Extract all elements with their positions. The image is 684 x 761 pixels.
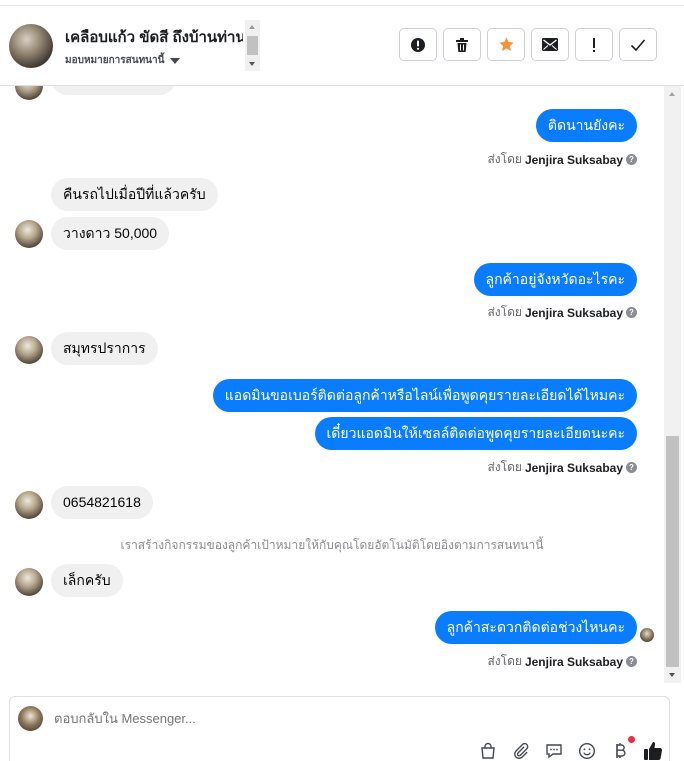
payment-button[interactable]: [610, 736, 635, 761]
mark-unread-button[interactable]: [531, 28, 569, 61]
assign-label: มอบหมายการสนทนานี้: [65, 55, 165, 66]
attach-button[interactable]: [511, 741, 531, 761]
smiley-icon: [578, 742, 596, 760]
contact-avatar-small: [15, 86, 43, 100]
sent-by-label: ส่งโดย Jenjira Suksabay ?: [487, 150, 637, 169]
scroll-up-icon[interactable]: [249, 25, 255, 29]
alert-circle-icon: [411, 37, 425, 52]
thread-scrollbar[interactable]: [664, 86, 681, 683]
header-actions: [399, 28, 657, 61]
contact-name[interactable]: เคลือบแก้ว ขัดสี ถึงบ้านท่าน: [65, 25, 243, 49]
important-button[interactable]: [575, 28, 613, 61]
contact-avatar-small: [15, 336, 43, 364]
info-icon[interactable]: ?: [626, 462, 637, 473]
reply-composer: [9, 696, 670, 761]
sent-by-label: ส่งโดย Jenjira Suksabay ?: [487, 458, 637, 477]
scroll-thumb[interactable]: [666, 436, 679, 667]
outgoing-message[interactable]: ลูกค้าอยู่จังหวัดอะไรคะ: [473, 263, 637, 296]
paperclip-icon: [514, 742, 529, 760]
star-button[interactable]: [487, 28, 525, 61]
check-icon: [630, 38, 646, 51]
top-divider: [0, 0, 684, 6]
incoming-message[interactable]: 0654821618: [51, 486, 153, 519]
scroll-thumb[interactable]: [247, 36, 258, 55]
star-icon: [498, 37, 514, 51]
system-note: เราสร้างกิจกรรมของลูกค้าเป้าหมายให้กับคุ…: [120, 538, 544, 552]
contact-avatar-small: [15, 491, 43, 519]
thumbs-up-icon: [644, 742, 663, 761]
scroll-up-icon[interactable]: [669, 92, 675, 96]
outgoing-message[interactable]: ติดนานยังคะ: [535, 109, 637, 142]
trash-icon: [456, 37, 468, 52]
header-scrollbar[interactable]: [245, 20, 260, 71]
contact-avatar[interactable]: [9, 24, 53, 68]
like-button[interactable]: [643, 741, 663, 761]
contact-avatar-small: [15, 220, 43, 248]
saved-replies-button[interactable]: [544, 741, 564, 761]
contact-avatar-small: [15, 568, 43, 596]
incoming-message[interactable]: คืนรถไปเมื่อปีที่แล้วครับ: [51, 178, 218, 211]
incoming-message[interactable]: วางดาว 50,000: [51, 217, 170, 250]
envelope-icon: [542, 38, 558, 51]
page-avatar: [18, 706, 43, 731]
incoming-message-partial[interactable]: [51, 86, 176, 95]
info-icon[interactable]: ?: [626, 656, 637, 667]
shop-button[interactable]: [478, 741, 498, 761]
shopping-bag-icon: [481, 742, 495, 759]
delete-button[interactable]: [443, 28, 481, 61]
seen-avatar: [640, 628, 654, 642]
caret-down-icon: [170, 57, 181, 64]
scroll-down-icon[interactable]: [249, 62, 255, 66]
incoming-message[interactable]: เล็กครับ: [51, 564, 123, 597]
assign-conversation-dropdown[interactable]: มอบหมายการสนทนานี้: [65, 53, 181, 68]
message-thread[interactable]: ติดนานยังคะ ส่งโดย Jenjira Suksabay ? คื…: [0, 86, 664, 683]
outgoing-message[interactable]: แอดมินขอเบอร์ติดต่อลูกค้าหรือไลน์เพื่อพู…: [212, 379, 637, 412]
emoji-button[interactable]: [577, 741, 597, 761]
incoming-message[interactable]: สมุทรปราการ: [51, 332, 158, 365]
composer-tools: [478, 736, 663, 761]
reply-input[interactable]: [54, 711, 474, 726]
exclamation-icon: [593, 37, 595, 52]
done-button[interactable]: [619, 28, 657, 61]
scroll-down-icon[interactable]: [669, 673, 675, 677]
sent-by-label: ส่งโดย Jenjira Suksabay ?: [487, 303, 637, 322]
outgoing-message[interactable]: เดี๋ยวแอดมินให้เซลล์ติดต่อพูดคุยรายละเอี…: [314, 417, 637, 450]
info-icon[interactable]: ?: [626, 307, 637, 318]
sent-by-label: ส่งโดย Jenjira Suksabay ?: [487, 652, 637, 671]
chat-bubble-icon: [546, 744, 562, 759]
outgoing-message[interactable]: ลูกค้าสะดวกติดต่อช่วงไหนคะ: [434, 611, 637, 644]
baht-icon: [616, 743, 626, 758]
info-icon[interactable]: ?: [626, 154, 637, 165]
report-button[interactable]: [399, 28, 437, 61]
notification-dot: [628, 736, 635, 743]
conversation-header: เคลือบแก้ว ขัดสี ถึงบ้านท่าน มอบหมายการส…: [0, 0, 684, 86]
